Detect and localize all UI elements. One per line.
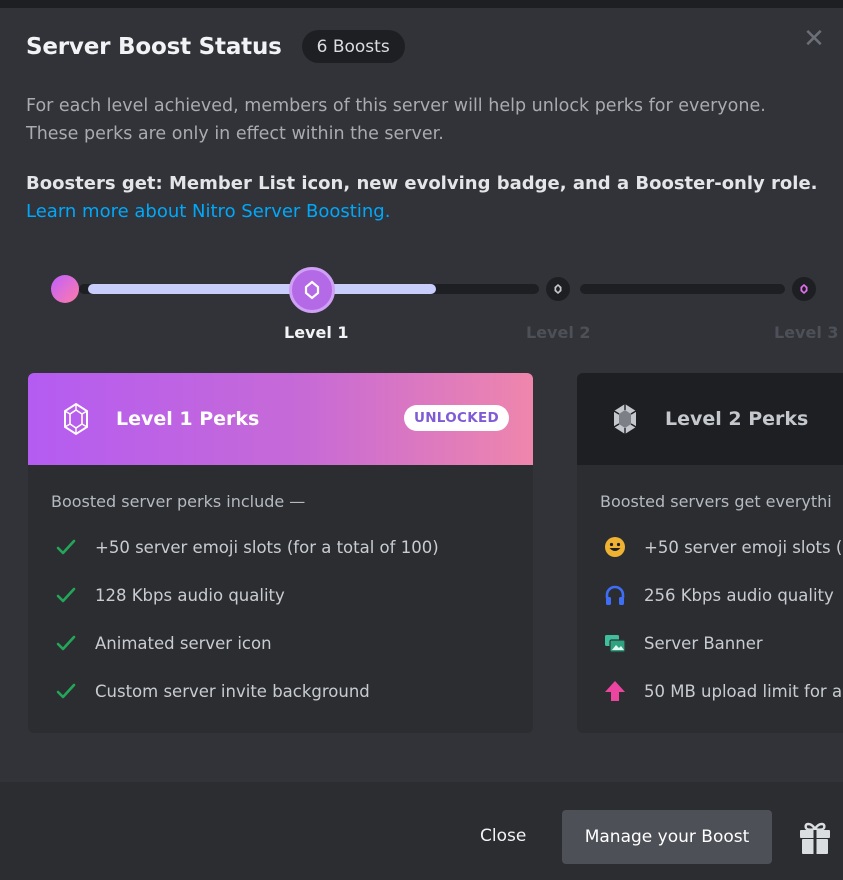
upload-arrow-icon bbox=[600, 676, 630, 706]
gem-icon bbox=[554, 284, 562, 294]
boosters-info: Boosters get: Member List icon, new evol… bbox=[26, 170, 826, 226]
description-line-2: These perks are only in effect within th… bbox=[26, 124, 444, 144]
gem-icon bbox=[304, 280, 320, 300]
boosters-perks-text: Boosters get: Member List icon, new evol… bbox=[26, 173, 818, 194]
level-1-perks-card: Level 1 Perks UNLOCKED Boosted server pe… bbox=[28, 373, 533, 733]
modal-header: Server Boost Status 6 Boosts bbox=[26, 30, 405, 63]
boost-progress-bar: Level 1 Level 2 Level 3 bbox=[0, 260, 843, 350]
server-boost-modal: Server Boost Status 6 Boosts ✕ For each … bbox=[0, 0, 843, 880]
check-icon bbox=[51, 532, 81, 562]
card-header: Level 2 Perks bbox=[577, 373, 843, 465]
modal-title: Server Boost Status bbox=[26, 33, 282, 60]
perk-item: +50 server emoji slots (for a total of 1… bbox=[51, 523, 533, 571]
perk-item: 128 Kbps audio quality bbox=[51, 571, 533, 619]
perk-text: 256 Kbps audio quality bbox=[644, 585, 834, 605]
smiley-icon bbox=[600, 532, 630, 562]
manage-boost-button[interactable]: Manage your Boost bbox=[562, 810, 772, 864]
check-icon bbox=[51, 676, 81, 706]
banner-icon bbox=[600, 628, 630, 658]
perk-list: +50 server emoji slots ( 256 Kbps audio … bbox=[577, 523, 843, 715]
card-intro: Boosted servers get everythi bbox=[600, 492, 832, 511]
card-title: Level 2 Perks bbox=[665, 408, 809, 430]
gift-icon[interactable] bbox=[797, 820, 833, 856]
perk-item: Custom server invite background bbox=[51, 667, 533, 715]
description-line-1: For each level achieved, members of this… bbox=[26, 96, 766, 116]
description: For each level achieved, members of this… bbox=[26, 92, 826, 148]
card-header: Level 1 Perks UNLOCKED bbox=[28, 373, 533, 465]
headphones-icon bbox=[600, 580, 630, 610]
level-2-node bbox=[546, 277, 570, 301]
perk-text: 50 MB upload limit for a bbox=[644, 681, 843, 701]
perk-text: +50 server emoji slots ( bbox=[644, 537, 843, 557]
level-1-node bbox=[289, 267, 335, 313]
perk-text: Animated server icon bbox=[95, 633, 272, 653]
perk-item: +50 server emoji slots ( bbox=[600, 523, 843, 571]
close-button[interactable]: Close bbox=[480, 826, 526, 846]
modal-footer: Close Manage your Boost bbox=[0, 782, 843, 880]
progress-fill bbox=[88, 284, 436, 294]
level-3-node bbox=[792, 277, 816, 301]
boost-count-badge: 6 Boosts bbox=[301, 30, 405, 63]
level-1-label: Level 1 bbox=[284, 323, 349, 342]
perk-text: +50 server emoji slots (for a total of 1… bbox=[95, 537, 439, 557]
gem-icon bbox=[800, 284, 808, 294]
level-3-label: Level 3 bbox=[774, 323, 839, 342]
gem-solid-icon bbox=[613, 404, 637, 434]
learn-more-link[interactable]: Learn more about Nitro Server Boosting. bbox=[26, 198, 826, 226]
perk-item: Animated server icon bbox=[51, 619, 533, 667]
close-icon[interactable]: ✕ bbox=[799, 24, 829, 54]
level-2-label: Level 2 bbox=[526, 323, 591, 342]
perk-text: Custom server invite background bbox=[95, 681, 370, 701]
perk-item: Server Banner bbox=[600, 619, 843, 667]
top-strip bbox=[0, 0, 843, 8]
card-intro: Boosted server perks include — bbox=[51, 492, 306, 511]
check-icon bbox=[51, 628, 81, 658]
gem-outline-icon bbox=[64, 402, 88, 436]
perk-text: Server Banner bbox=[644, 633, 763, 653]
card-title: Level 1 Perks bbox=[116, 408, 260, 430]
perk-item: 50 MB upload limit for a bbox=[600, 667, 843, 715]
perk-text: 128 Kbps audio quality bbox=[95, 585, 285, 605]
progress-track-2 bbox=[580, 284, 785, 294]
progress-start-dot bbox=[51, 275, 79, 303]
perk-item: 256 Kbps audio quality bbox=[600, 571, 843, 619]
perk-list: +50 server emoji slots (for a total of 1… bbox=[28, 523, 533, 715]
check-icon bbox=[51, 580, 81, 610]
unlocked-badge: UNLOCKED bbox=[403, 405, 509, 431]
level-2-perks-card: Level 2 Perks Boosted servers get everyt… bbox=[577, 373, 843, 733]
